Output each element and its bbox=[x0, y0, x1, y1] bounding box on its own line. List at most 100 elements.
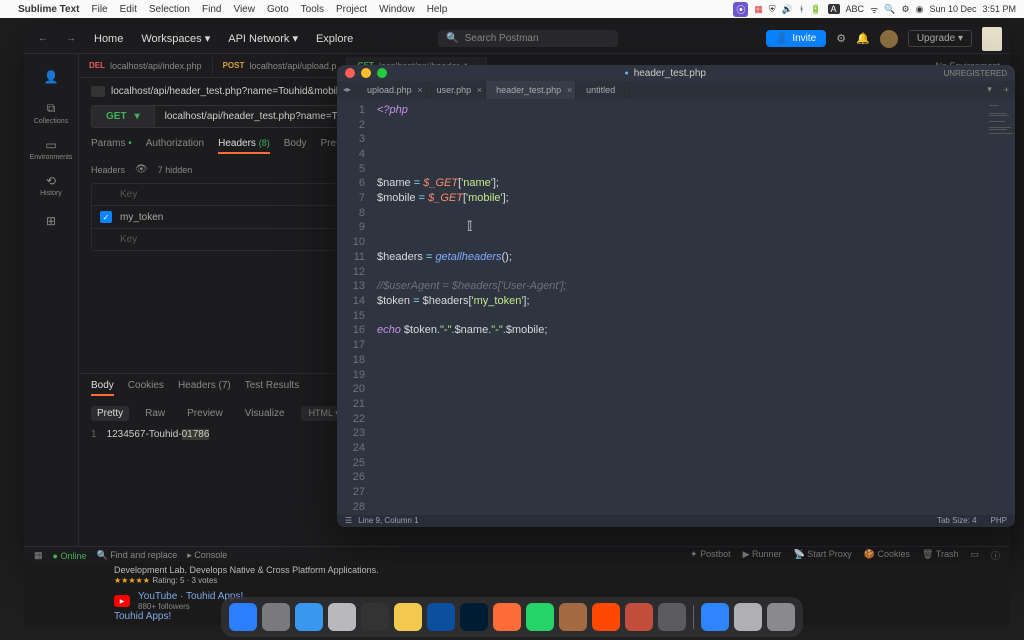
resp-tab-cookies[interactable]: Cookies bbox=[128, 380, 164, 396]
menu-goto[interactable]: Goto bbox=[267, 4, 289, 15]
menu-selection[interactable]: Selection bbox=[149, 4, 190, 15]
close-icon[interactable] bbox=[345, 68, 355, 78]
dock-app-4[interactable] bbox=[361, 603, 389, 631]
help-icon[interactable]: ⓘ bbox=[991, 549, 1000, 562]
checkbox-icon[interactable]: ✓ bbox=[100, 211, 112, 223]
maximize-icon[interactable] bbox=[377, 68, 387, 78]
tab-header-test[interactable]: header_test.php× bbox=[486, 81, 576, 99]
trash-button[interactable]: 🗑 Trash bbox=[922, 549, 958, 562]
volume-icon[interactable]: 🔊 bbox=[782, 4, 793, 15]
sidebar-environments[interactable]: ▭Environments bbox=[31, 132, 71, 166]
menu-find[interactable]: Find bbox=[202, 4, 221, 15]
menu-file[interactable]: File bbox=[92, 4, 108, 15]
resp-tab-tests[interactable]: Test Results bbox=[245, 380, 299, 396]
minimap[interactable] bbox=[987, 99, 1015, 515]
control-center-icon[interactable]: ⚙ bbox=[902, 4, 910, 15]
tab-nav-icons[interactable]: ◂▸ bbox=[337, 81, 357, 99]
method-select[interactable]: GET▾ bbox=[92, 106, 155, 127]
proxy-button[interactable]: 📡 Start Proxy bbox=[794, 549, 852, 562]
settings-icon[interactable]: ⚙ bbox=[836, 32, 846, 45]
menubar-date[interactable]: Sun 10 Dec bbox=[929, 4, 976, 14]
menubar-time[interactable]: 3:51 PM bbox=[982, 4, 1016, 14]
dock-app-5[interactable] bbox=[394, 603, 422, 631]
bluetooth-icon[interactable]: ᚼ bbox=[799, 4, 804, 14]
visualize-button[interactable]: Visualize bbox=[239, 406, 291, 421]
pretty-button[interactable]: Pretty bbox=[91, 406, 129, 421]
input-source[interactable]: ABC bbox=[846, 4, 865, 14]
dock-app-15[interactable] bbox=[734, 603, 762, 631]
dock-app-16[interactable] bbox=[767, 603, 795, 631]
tab-authorization[interactable]: Authorization bbox=[146, 138, 204, 154]
dock-app-10[interactable] bbox=[559, 603, 587, 631]
tab-params[interactable]: Params • bbox=[91, 138, 132, 154]
tab-headers[interactable]: Headers (8) bbox=[218, 138, 270, 154]
menu-edit[interactable]: Edit bbox=[120, 4, 137, 15]
nav-workspaces[interactable]: Workspaces ▾ bbox=[135, 30, 216, 47]
code-content[interactable]: <?php $name = $_GET['name']; $mobile = $… bbox=[371, 99, 987, 515]
dock-app-8[interactable] bbox=[493, 603, 521, 631]
hidden-count[interactable]: 7 hidden bbox=[158, 165, 193, 175]
runner-button[interactable]: ▶ Runner bbox=[743, 549, 782, 562]
nav-explore[interactable]: Explore bbox=[310, 31, 359, 47]
tab-close-icon[interactable]: × bbox=[567, 85, 572, 95]
tab-untitled[interactable]: untitled bbox=[576, 81, 630, 99]
tab-post[interactable]: POSTlocalhost/api/upload.p bbox=[213, 57, 348, 75]
scratchpad-icon[interactable] bbox=[982, 27, 1002, 51]
dock-app-1[interactable] bbox=[262, 603, 290, 631]
menu-help[interactable]: Help bbox=[427, 4, 448, 15]
tab-add-icon[interactable]: + bbox=[998, 81, 1015, 99]
upgrade-button[interactable]: Upgrade ▾ bbox=[908, 30, 972, 47]
postbot-button[interactable]: ✦ Postbot bbox=[690, 549, 731, 562]
wifi-icon[interactable]: ᯤ bbox=[870, 3, 878, 16]
sidebar-toggle-icon[interactable]: ▦ bbox=[34, 550, 43, 561]
menu-tools[interactable]: Tools bbox=[301, 4, 324, 15]
nav-forward-icon[interactable]: → bbox=[60, 31, 82, 46]
dock-app-3[interactable] bbox=[328, 603, 356, 631]
app-name[interactable]: Sublime Text bbox=[18, 4, 80, 15]
sidebar-more[interactable]: ⊞ bbox=[31, 204, 71, 238]
minimize-icon[interactable] bbox=[361, 68, 371, 78]
tab-upload[interactable]: upload.php× bbox=[357, 81, 427, 99]
dock-app-7[interactable] bbox=[460, 603, 488, 631]
spotlight-icon[interactable]: 🔍 bbox=[884, 4, 895, 15]
cookies-button[interactable]: 🍪 Cookies bbox=[864, 549, 910, 562]
panel-icon[interactable]: ▭ bbox=[970, 549, 979, 562]
avatar[interactable] bbox=[880, 30, 898, 48]
dock-app-12[interactable] bbox=[625, 603, 653, 631]
bell-icon[interactable]: 🔔 bbox=[856, 32, 870, 45]
header-key[interactable]: my_token bbox=[120, 212, 320, 223]
nav-home[interactable]: Home bbox=[88, 31, 129, 47]
tab-del[interactable]: DELlocalhost/api/index.php bbox=[79, 57, 213, 75]
find-replace-button[interactable]: 🔍 Find and replace bbox=[96, 550, 177, 561]
sidebar-collections[interactable]: ⧉Collections bbox=[31, 96, 71, 130]
tab-dropdown-icon[interactable]: ▾ bbox=[981, 81, 998, 99]
screenrec-icon[interactable]: ⦿ bbox=[733, 2, 748, 17]
sidebar-person-icon[interactable]: 👤 bbox=[31, 60, 71, 94]
sidebar-history[interactable]: ⟲History bbox=[31, 168, 71, 202]
preview-button[interactable]: Preview bbox=[181, 406, 229, 421]
tab-user[interactable]: user.php× bbox=[427, 81, 487, 99]
eye-icon[interactable]: 👁 bbox=[135, 164, 148, 175]
dock-app-9[interactable] bbox=[526, 603, 554, 631]
dock-app-11[interactable] bbox=[592, 603, 620, 631]
status-menu-icon[interactable]: ☰ bbox=[345, 516, 352, 525]
tab-close-icon[interactable]: × bbox=[417, 85, 422, 95]
dock-app-2[interactable] bbox=[295, 603, 323, 631]
menu-view[interactable]: View bbox=[233, 4, 255, 15]
menu-project[interactable]: Project bbox=[336, 4, 367, 15]
search-input[interactable]: 🔍 Search Postman bbox=[438, 30, 618, 47]
dock-app-14[interactable] bbox=[701, 603, 729, 631]
resp-tab-headers[interactable]: Headers (7) bbox=[178, 380, 231, 396]
invite-button[interactable]: 👤Invite bbox=[766, 30, 826, 47]
menu-window[interactable]: Window bbox=[379, 4, 415, 15]
editor-area[interactable]: 1234567891011121314151617181920212223242… bbox=[337, 99, 1015, 515]
raw-button[interactable]: Raw bbox=[139, 406, 171, 421]
tab-body[interactable]: Body bbox=[284, 138, 307, 154]
siri-icon[interactable]: ◉ bbox=[916, 4, 924, 15]
dock-app-0[interactable] bbox=[229, 603, 257, 631]
shield-icon[interactable]: ⛨ bbox=[769, 4, 776, 15]
nav-back-icon[interactable]: ← bbox=[32, 31, 54, 46]
console-button[interactable]: ▸ Console bbox=[187, 550, 227, 561]
dock-app-13[interactable] bbox=[658, 603, 686, 631]
tab-close-icon[interactable]: × bbox=[477, 85, 482, 95]
